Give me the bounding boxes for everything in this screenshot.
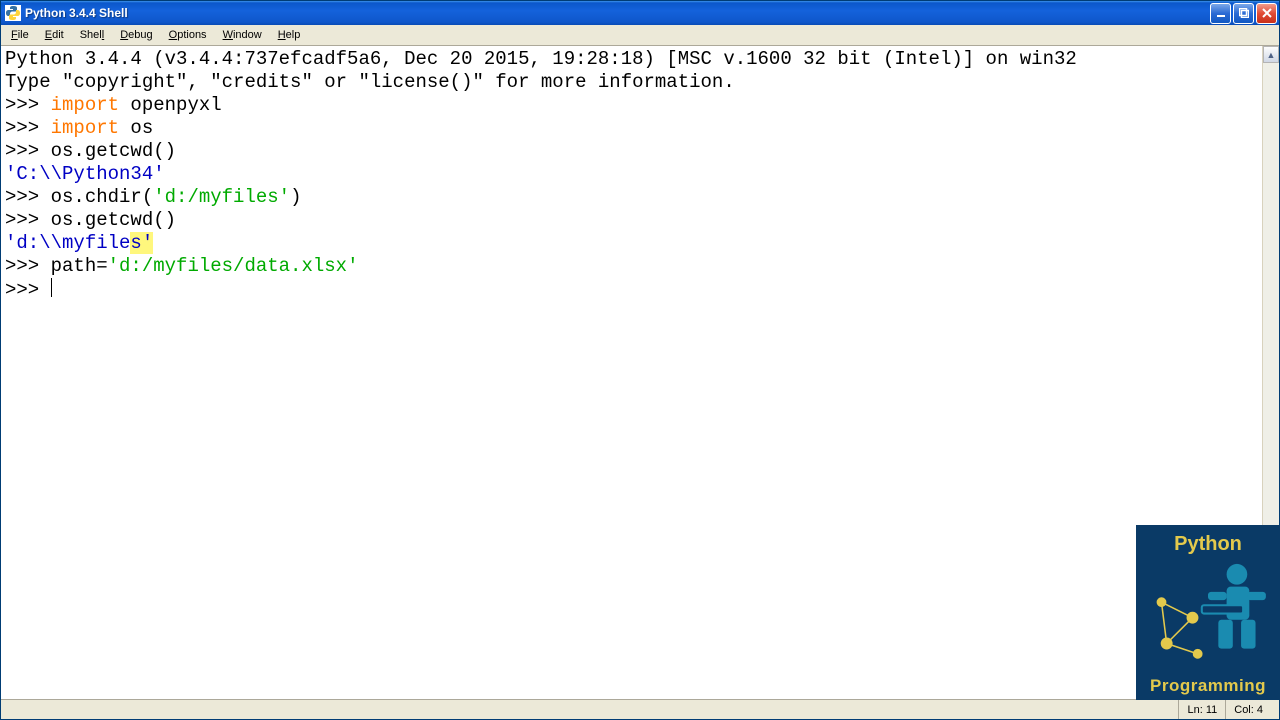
menu-file[interactable]: File: [3, 27, 37, 43]
code-getcwd: os.getcwd(): [51, 140, 176, 162]
prompt: >>>: [5, 117, 51, 139]
prompt: >>>: [5, 140, 51, 162]
code-chdir-pre: os.chdir(: [51, 186, 154, 208]
menu-help[interactable]: Help: [270, 27, 309, 43]
code-getcwd2: os.getcwd(): [51, 209, 176, 231]
maximize-button[interactable]: [1233, 3, 1254, 24]
menu-edit[interactable]: Edit: [37, 27, 72, 43]
shell-editor[interactable]: Python 3.4.4 (v3.4.4:737efcadf5a6, Dec 2…: [1, 46, 1262, 699]
scroll-up-button[interactable]: ▲: [1263, 46, 1279, 63]
watermark-subtitle: Programming: [1142, 676, 1274, 696]
module-openpyxl: openpyxl: [119, 94, 222, 116]
status-line: Ln: 11: [1178, 700, 1225, 719]
watermark-badge: Python Programming: [1136, 525, 1280, 700]
banner-line1: Python 3.4.4 (v3.4.4:737efcadf5a6, Dec 2…: [5, 48, 1077, 70]
keyword-import: import: [51, 117, 119, 139]
menu-debug[interactable]: Debug: [112, 27, 160, 43]
menu-window[interactable]: Window: [215, 27, 270, 43]
prompt: >>>: [5, 186, 51, 208]
titlebar[interactable]: Python 3.4.4 Shell: [1, 1, 1279, 25]
code-chdir-post: ): [290, 186, 301, 208]
code-path-assign: path=: [51, 255, 108, 277]
string-chdir-arg: 'd:/myfiles': [153, 186, 290, 208]
output-cwd2: 'd:\\myfile: [5, 232, 130, 254]
prompt: >>>: [5, 279, 51, 301]
prompt: >>>: [5, 255, 51, 277]
close-button[interactable]: [1256, 3, 1277, 24]
text-cursor: [51, 278, 52, 297]
output-cwd1: 'C:\\Python34': [5, 163, 165, 185]
window-controls: [1210, 3, 1277, 24]
prompt: >>>: [5, 94, 51, 116]
content-area: Python 3.4.4 (v3.4.4:737efcadf5a6, Dec 2…: [1, 46, 1279, 699]
menubar: File Edit Shell Debug Options Window Hel…: [1, 25, 1279, 46]
watermark-title: Python: [1142, 533, 1274, 556]
watermark-graphic-icon: [1146, 555, 1270, 670]
menu-shell[interactable]: Shell: [72, 27, 112, 43]
python-icon: [5, 5, 21, 21]
banner-line2: Type "copyright", "credits" or "license(…: [5, 71, 735, 93]
status-col: Col: 4: [1225, 700, 1271, 719]
app-window: Python 3.4.4 Shell File Edit Shell Debug…: [0, 0, 1280, 720]
string-path: 'd:/myfiles/data.xlsx': [108, 255, 359, 277]
keyword-import: import: [51, 94, 119, 116]
output-cwd2-selected: s': [130, 232, 153, 254]
module-os: os: [119, 117, 153, 139]
prompt: >>>: [5, 209, 51, 231]
window-title: Python 3.4.4 Shell: [25, 6, 1210, 20]
menu-options[interactable]: Options: [161, 27, 215, 43]
minimize-button[interactable]: [1210, 3, 1231, 24]
statusbar: Ln: 11 Col: 4: [1, 699, 1279, 719]
